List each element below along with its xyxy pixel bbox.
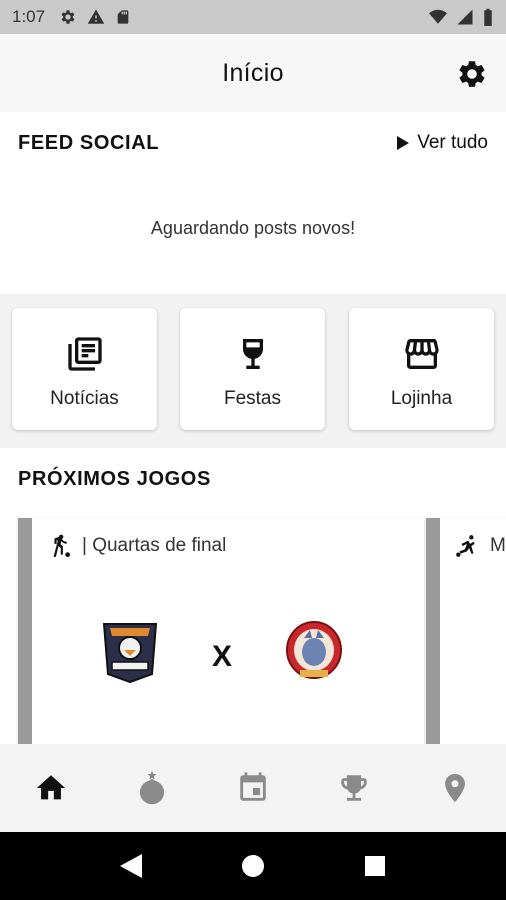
feed-social-section: FEED SOCIAL Ver tudo Aguardando posts no… <box>0 112 506 294</box>
home-team-crest <box>102 623 158 684</box>
alert-icon <box>87 9 105 24</box>
back-triangle-icon <box>120 854 142 878</box>
system-home-button[interactable] <box>233 846 273 886</box>
match-card[interactable]: M <box>426 518 506 748</box>
feed-social-heading: FEED SOCIAL <box>18 132 160 154</box>
gear-icon[interactable] <box>456 58 488 90</box>
app-bar: Início <box>0 34 506 112</box>
feed-empty-message: Aguardando posts novos! <box>150 218 356 238</box>
page-title: Início <box>222 58 284 87</box>
play-arrow-icon <box>397 136 410 150</box>
bomb-icon <box>139 771 164 805</box>
system-back-button[interactable] <box>111 846 151 886</box>
nav-calendar[interactable] <box>223 758 283 818</box>
recents-square-icon <box>365 856 385 876</box>
nav-home[interactable] <box>21 758 81 818</box>
home-icon <box>36 775 65 800</box>
calendar-icon <box>240 772 266 801</box>
trophy-icon <box>341 775 367 801</box>
match-phase-label: | Quartas de final <box>82 535 227 556</box>
match-phase: M <box>454 532 506 560</box>
settings-icon <box>61 10 75 24</box>
shortcut-label: Festas <box>223 388 282 409</box>
newspaper-icon <box>67 337 102 371</box>
shortcut-label: Lojinha <box>390 388 453 409</box>
battery-icon <box>484 8 492 26</box>
match-phase-label: M <box>490 535 506 556</box>
soccer-player-icon <box>53 534 71 558</box>
shortcut-cards: Notícias Festas Lojinha <box>0 296 506 446</box>
status-time: 1:07 <box>12 7 46 26</box>
wifi-icon <box>429 9 447 24</box>
sd-card-icon <box>117 10 129 24</box>
shortcut-lojinha[interactable]: Lojinha <box>349 308 494 430</box>
see-all-link[interactable]: Ver tudo <box>397 132 488 154</box>
bottom-navigation <box>0 744 506 832</box>
upcoming-games-section: PRÓXIMOS JOGOS | Quartas de final X M <box>0 448 506 748</box>
shortcut-noticias[interactable]: Notícias <box>12 308 157 430</box>
nav-bomb[interactable] <box>122 758 182 818</box>
shortcut-label: Notícias <box>50 388 119 409</box>
home-circle-icon <box>242 855 264 877</box>
match-card[interactable]: | Quartas de final X <box>18 518 424 748</box>
signal-icon <box>457 9 473 25</box>
nav-location[interactable] <box>425 758 485 818</box>
nav-trophy[interactable] <box>324 758 384 818</box>
upcoming-games-heading: PRÓXIMOS JOGOS <box>18 468 211 490</box>
system-navigation-bar <box>0 832 506 900</box>
location-pin-icon <box>445 773 466 803</box>
store-icon <box>404 339 439 369</box>
soccer-kick-icon <box>456 535 475 557</box>
status-bar: 1:07 <box>0 0 506 34</box>
match-phase: | Quartas de final <box>46 532 226 560</box>
see-all-label: Ver tudo <box>417 132 488 153</box>
away-team-crest <box>286 621 342 679</box>
versus-separator: X <box>212 640 233 673</box>
wine-glass-icon <box>242 339 263 369</box>
system-recents-button[interactable] <box>355 846 395 886</box>
shortcut-festas[interactable]: Festas <box>180 308 325 430</box>
